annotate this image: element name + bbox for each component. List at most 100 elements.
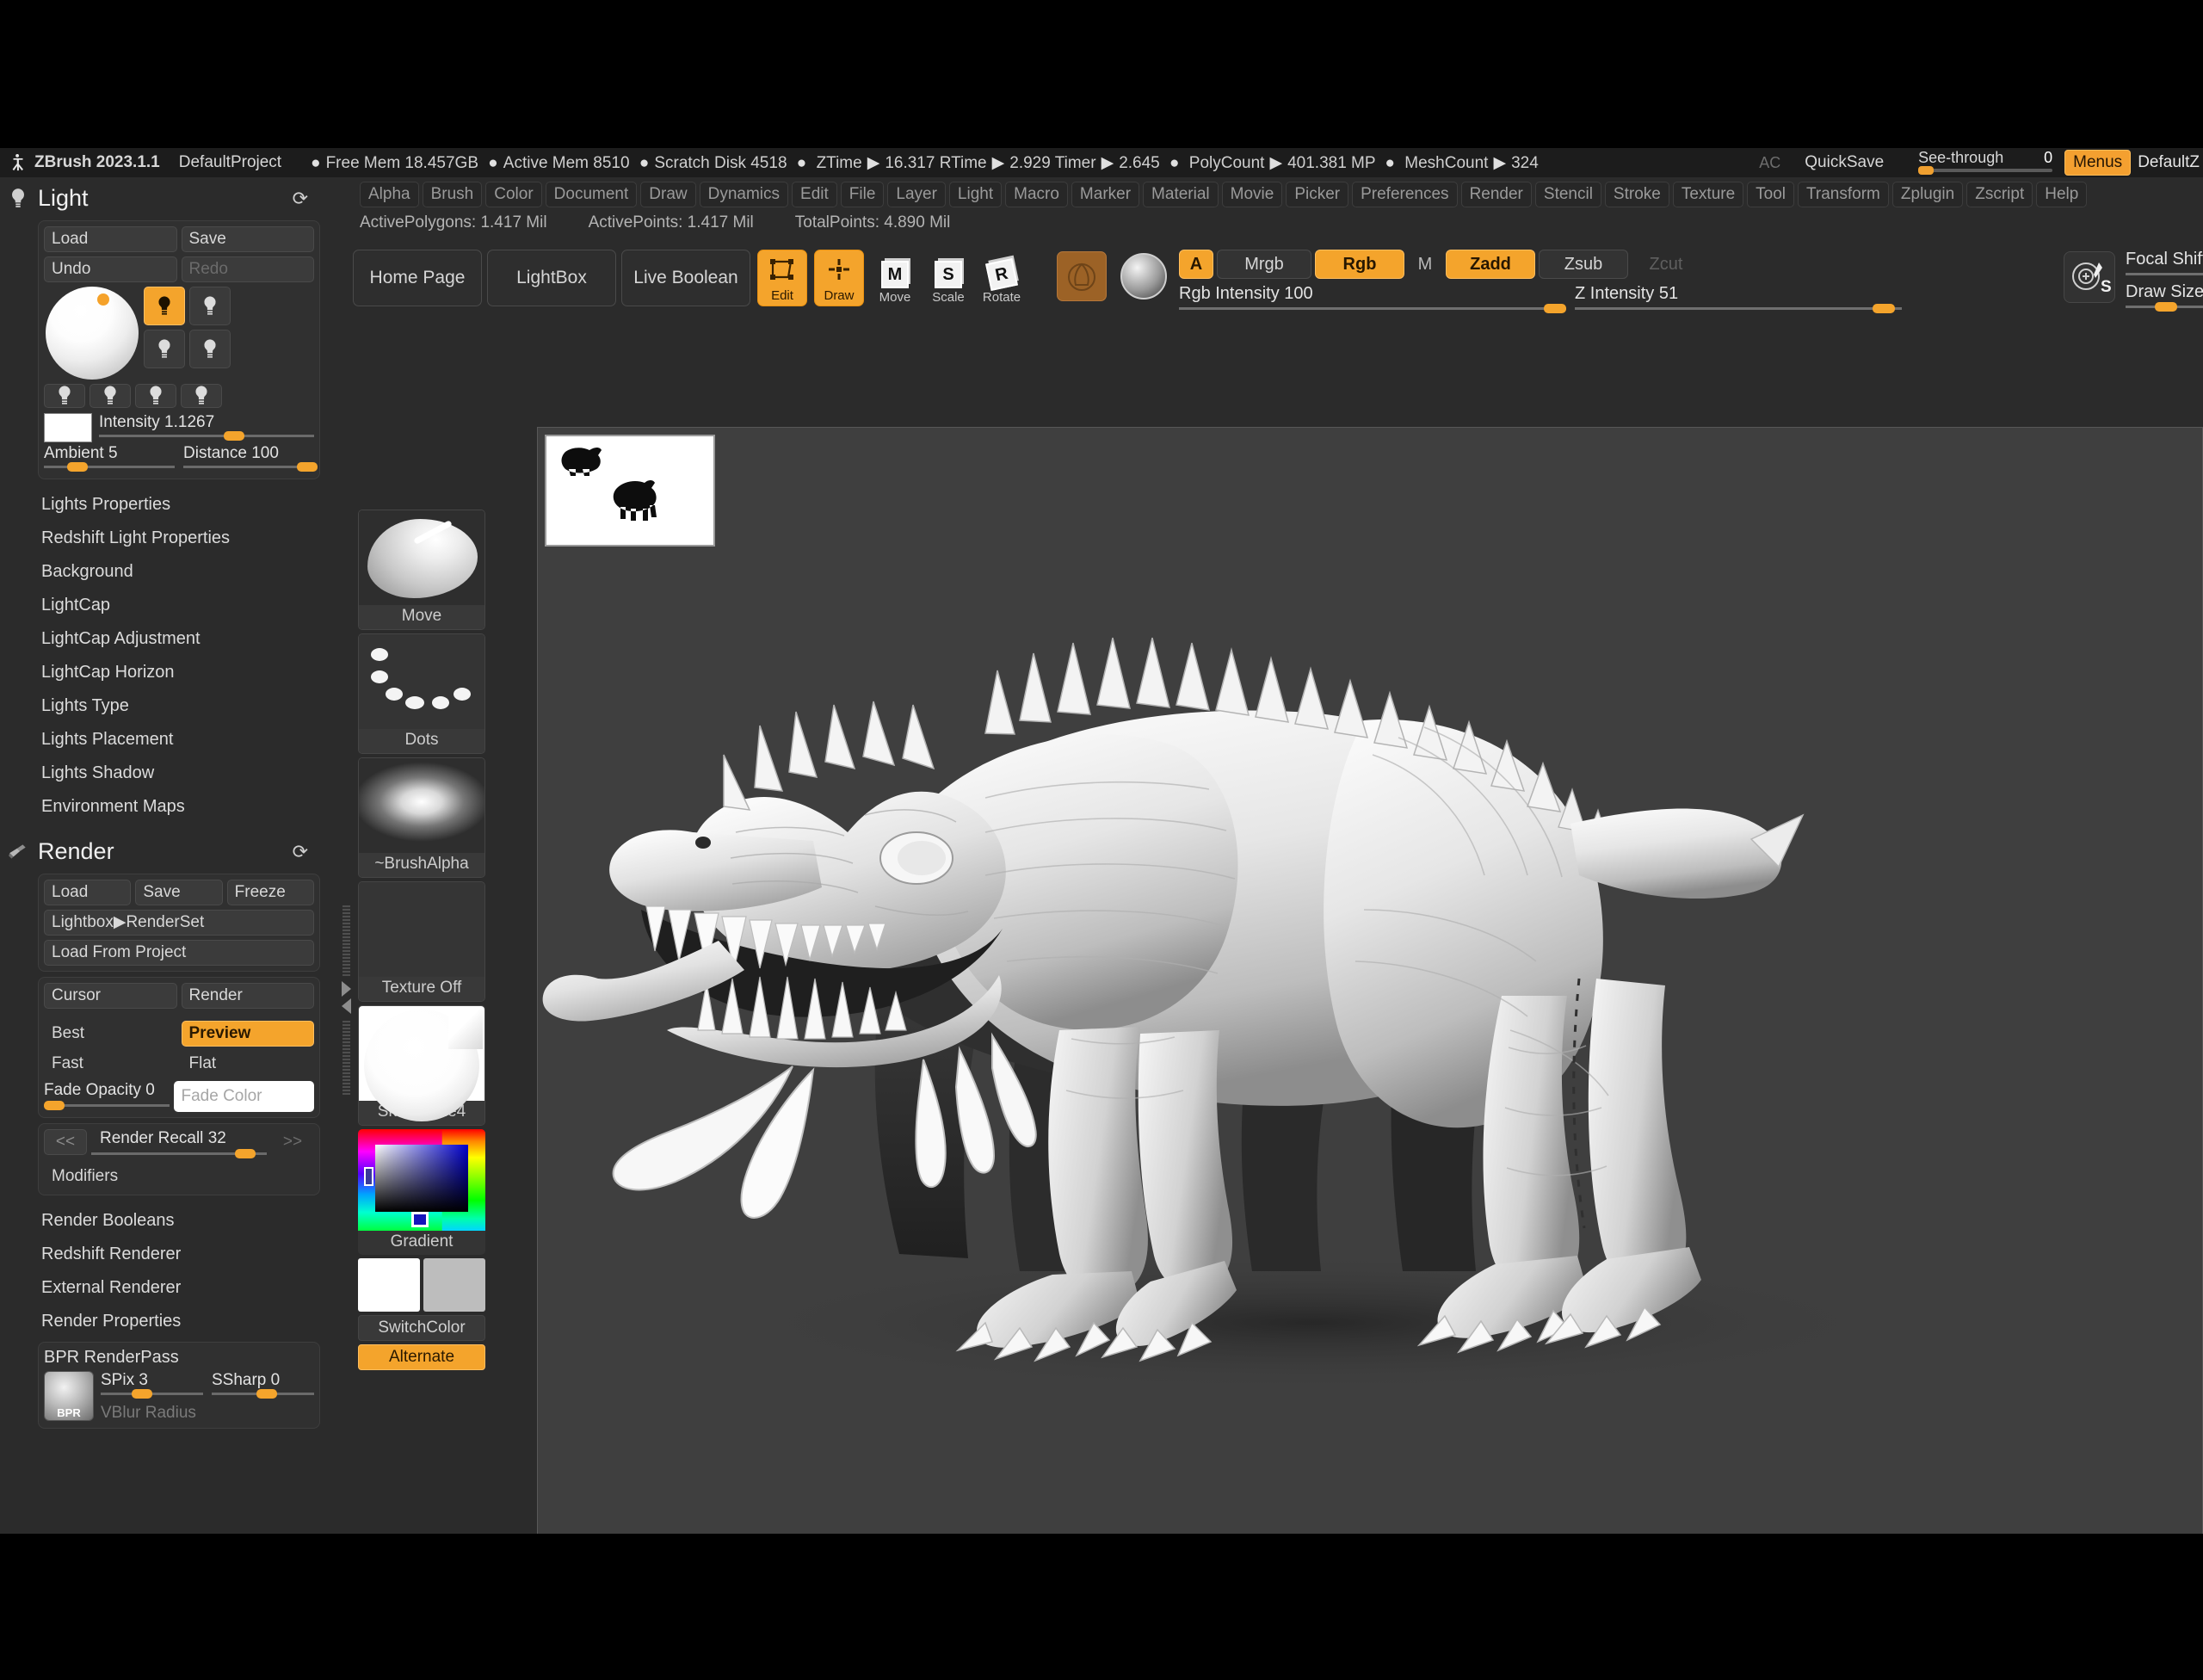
light-intensity-slider[interactable]: Intensity 1.1267	[99, 413, 314, 442]
light-submenu-list[interactable]: Lights Properties Redshift Light Properti…	[38, 488, 327, 824]
modifiers-button[interactable]: Modifiers	[44, 1164, 314, 1189]
rgb-toggle[interactable]: Rgb	[1315, 250, 1404, 279]
zcut-toggle[interactable]: Zcut	[1632, 250, 1700, 279]
render-menu-item-render-booleans[interactable]: Render Booleans	[38, 1204, 327, 1238]
tool-column[interactable]: Move Dots ~BrushAlpha Texture Off Gradie…	[358, 510, 487, 1374]
render-save-button[interactable]: Save	[135, 880, 223, 905]
divider-collapse-left-icon[interactable]	[342, 998, 351, 1014]
light-undo-button[interactable]: Undo	[44, 256, 177, 282]
color-sv-handle[interactable]	[411, 1212, 429, 1227]
menu-item-dynamics[interactable]: Dynamics	[699, 182, 789, 207]
lightbox-button[interactable]: LightBox	[487, 250, 616, 306]
material-swatch-button[interactable]	[1057, 251, 1107, 301]
render-freeze-button[interactable]: Freeze	[226, 880, 314, 905]
menu-item-alpha[interactable]: Alpha	[360, 182, 419, 207]
current-texture-cell[interactable]: Texture Off	[358, 881, 485, 1002]
light-menu-item-lights-properties[interactable]: Lights Properties	[38, 488, 327, 522]
divider-collapse-right-icon[interactable]	[342, 981, 351, 997]
color-hue-handle[interactable]	[364, 1167, 373, 1186]
menu-item-draw[interactable]: Draw	[640, 182, 696, 207]
light-menu-item-lightcap-horizon[interactable]: LightCap Horizon	[38, 656, 327, 689]
move-mode-button[interactable]: M Move	[873, 251, 917, 305]
menus-button[interactable]: Menus	[2064, 150, 2132, 176]
m-toggle[interactable]: M	[1408, 250, 1442, 279]
menu-item-brush[interactable]: Brush	[422, 182, 483, 207]
see-through-slider[interactable]: See-through 0	[1918, 148, 2056, 177]
menu-item-zscript[interactable]: Zscript	[1966, 182, 2033, 207]
menu-item-transform[interactable]: Transform	[1798, 182, 1889, 207]
quicksave-button[interactable]: QuickSave	[1805, 153, 1884, 172]
light-slot-6[interactable]	[89, 384, 131, 408]
light-preview-sphere[interactable]	[46, 287, 139, 380]
light-slot-5[interactable]	[44, 384, 85, 408]
zadd-toggle[interactable]: Zadd	[1446, 250, 1535, 279]
z-intensity-slider[interactable]: Z Intensity 51	[1575, 284, 1902, 313]
menu-item-render[interactable]: Render	[1460, 182, 1532, 207]
fade-opacity-knob[interactable]	[44, 1101, 65, 1110]
light-slot-2[interactable]	[189, 287, 231, 325]
render-submenu-list[interactable]: Render Booleans Redshift Renderer External…	[38, 1204, 327, 1338]
left-palette-panel[interactable]: Light ⟳ Load Save Undo Redo Intensity 1.…	[0, 179, 327, 1534]
mrgb-toggle[interactable]: Mrgb	[1217, 250, 1311, 279]
render-button[interactable]: Render	[181, 983, 314, 1009]
color-picker-cell[interactable]: Gradient	[358, 1129, 485, 1255]
light-menu-item-lights-shadow[interactable]: Lights Shadow	[38, 757, 327, 790]
light-redo-button[interactable]: Redo	[181, 256, 314, 282]
secondary-color-swatch[interactable]	[423, 1258, 485, 1312]
alpha-channel-toggle[interactable]: A	[1179, 250, 1213, 279]
light-save-button[interactable]: Save	[181, 226, 314, 252]
menu-item-help[interactable]: Help	[2036, 182, 2088, 207]
fade-color-swatch[interactable]: Fade Color	[173, 1081, 314, 1112]
panel-divider[interactable]	[341, 905, 353, 1095]
refresh-icon[interactable]: ⟳	[293, 188, 308, 210]
cursor-button[interactable]: Cursor	[44, 983, 177, 1009]
live-boolean-button[interactable]: Live Boolean	[621, 250, 750, 306]
fade-opacity-slider[interactable]: Fade Opacity 0	[44, 1081, 170, 1112]
light-menu-item-lightcap-adjustment[interactable]: LightCap Adjustment	[38, 622, 327, 656]
distance-slider[interactable]: Distance 100	[183, 444, 318, 473]
light-menu-item-lightcap[interactable]: LightCap	[38, 589, 327, 622]
menu-item-stencil[interactable]: Stencil	[1534, 182, 1601, 207]
current-alpha-cell[interactable]: ~BrushAlpha	[358, 757, 485, 878]
distance-knob[interactable]	[297, 462, 318, 472]
preview-quality-button[interactable]: Preview	[181, 1021, 314, 1047]
menu-item-edit[interactable]: Edit	[792, 182, 837, 207]
menu-item-stroke[interactable]: Stroke	[1604, 182, 1669, 207]
light-slot-1[interactable]	[144, 287, 185, 325]
z-intensity-knob[interactable]	[1873, 304, 1895, 313]
home-page-button[interactable]: Home Page	[353, 250, 482, 306]
ambient-slider[interactable]: Ambient 5	[44, 444, 175, 473]
auto-correct-toggle[interactable]: AC	[1759, 154, 1780, 172]
light-menu-item-redshift-light-properties[interactable]: Redshift Light Properties	[38, 522, 327, 555]
light-slot-4[interactable]	[189, 330, 231, 368]
canvas-preview-thumbnail[interactable]	[545, 435, 715, 547]
render-menu-item-external-renderer[interactable]: External Renderer	[38, 1271, 327, 1305]
light-menu-item-lights-placement[interactable]: Lights Placement	[38, 723, 327, 757]
light-menu-item-environment-maps[interactable]: Environment Maps	[38, 790, 327, 824]
menu-item-picker[interactable]: Picker	[1286, 182, 1349, 207]
render-load-button[interactable]: Load	[44, 880, 132, 905]
render-menu-item-render-properties[interactable]: Render Properties	[38, 1305, 327, 1338]
light-slot-7[interactable]	[135, 384, 176, 408]
menu-item-zplugin[interactable]: Zplugin	[1891, 182, 1964, 207]
color-picker-wheel[interactable]	[358, 1129, 485, 1231]
divider-grip-bottom[interactable]	[342, 1021, 350, 1095]
light-color-swatch[interactable]	[44, 413, 92, 442]
light-position-handle[interactable]	[97, 293, 109, 306]
fast-quality-button[interactable]: Fast	[44, 1051, 177, 1077]
menu-item-material[interactable]: Material	[1143, 182, 1219, 207]
menu-item-light[interactable]: Light	[948, 182, 1003, 207]
current-stroke-cell[interactable]: Dots	[358, 633, 485, 754]
render-menu-item-redshift-renderer[interactable]: Redshift Renderer	[38, 1238, 327, 1271]
render-recall-next-button[interactable]: >>	[271, 1129, 314, 1155]
bpr-preview-thumbnail[interactable]: BPR	[44, 1371, 94, 1421]
menu-item-tool[interactable]: Tool	[1747, 182, 1795, 207]
menu-item-macro[interactable]: Macro	[1005, 182, 1068, 207]
render-recall-knob[interactable]	[235, 1149, 256, 1158]
render-recall-slider[interactable]: Render Recall 32	[91, 1129, 267, 1160]
default-zscript-label[interactable]: DefaultZ	[2138, 153, 2203, 172]
focal-shift-slider[interactable]: Focal Shift 0	[2126, 250, 2203, 275]
menu-item-document[interactable]: Document	[545, 182, 638, 207]
see-through-knob[interactable]	[1918, 166, 1935, 175]
draw-size-dynamic-button[interactable]: S	[2064, 251, 2115, 303]
